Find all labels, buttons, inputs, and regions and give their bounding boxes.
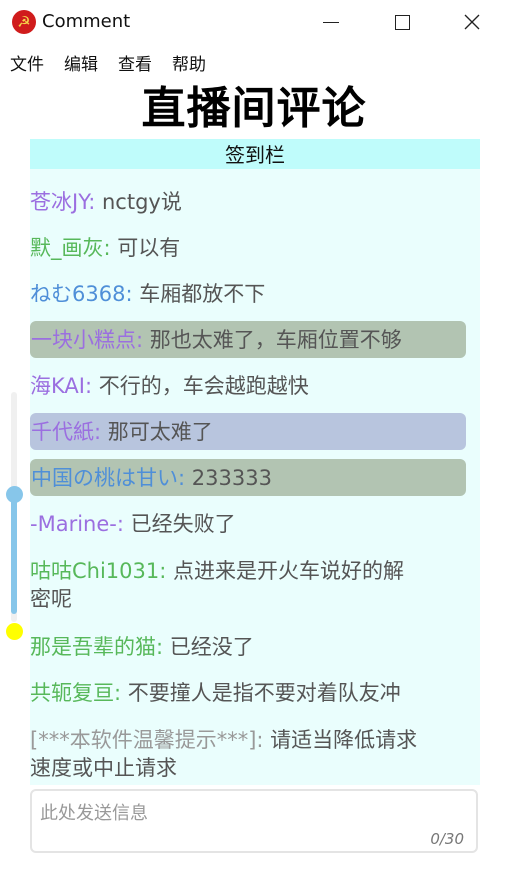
message-input[interactable] [38, 797, 462, 831]
message-separator: : [103, 236, 118, 260]
char-counter: 0/30 [430, 830, 464, 848]
message-text-continued: 速度或中止请求 [30, 756, 177, 780]
message-username: 苍冰JY [30, 190, 89, 214]
chat-message: -Marine-: 已经失败了 [30, 510, 236, 538]
chat-message: 默_画灰: 可以有 [30, 234, 180, 262]
message-username: 中国の桃は甘い [31, 466, 178, 490]
message-username: 千代紙 [31, 420, 94, 444]
menu-edit[interactable]: 编辑 [64, 50, 98, 75]
message-username: 咕咕Chi1031 [30, 559, 160, 583]
hammer-sickle-icon: ☭ [12, 10, 36, 34]
chat-message: 共轭复亘: 不要撞人是指不要对着队友冲 [30, 679, 401, 707]
message-text-continued: 密呢 [30, 587, 72, 611]
message-separator: : [94, 420, 108, 444]
status-indicator [6, 623, 23, 640]
message-text: 不要撞人是指不要对着队友冲 [127, 681, 401, 705]
slider-thumb[interactable] [6, 486, 23, 503]
message-separator: : [125, 282, 140, 306]
chat-message: 海KAI: 不行的，车会越跑越快 [30, 372, 309, 400]
slider-fill [11, 494, 17, 614]
message-separator: : [116, 512, 131, 536]
menu-help[interactable]: 帮助 [172, 50, 206, 75]
message-separator: : [88, 190, 102, 214]
menu-bar: 文件 编辑 查看 帮助 [0, 48, 508, 76]
message-username: 共轭复亘 [30, 681, 114, 705]
chat-message: 苍冰JY: nctgy说 [30, 188, 182, 216]
message-separator: : [159, 559, 174, 583]
chat-message: 那是吾辈的猫: 已经没了 [30, 633, 254, 661]
message-text: 已经没了 [169, 635, 254, 659]
message-username: 那是吾辈的猫 [30, 635, 156, 659]
message-input-box[interactable]: 0/30 [30, 789, 478, 853]
message-text: nctgy说 [102, 190, 182, 214]
minimize-icon [323, 22, 339, 23]
page-title: 直播间评论 [141, 83, 367, 134]
message-text: 不行的，车会越跑越快 [98, 374, 309, 398]
window-title: Comment [42, 11, 131, 32]
message-text: 车厢都放不下 [139, 282, 266, 306]
menu-file[interactable]: 文件 [10, 50, 44, 75]
chat-message: 一块小糕点: 那也太难了，车厢位置不够 [30, 321, 466, 358]
message-username: -Marine- [30, 512, 117, 536]
message-separator: : [178, 466, 192, 490]
message-text: 那也太难了，车厢位置不够 [149, 328, 402, 352]
title-bar: ☭ Comment [0, 0, 508, 44]
chat-message: [***本软件温馨提示***]: 请适当降低请求速度或中止请求 [30, 726, 417, 782]
maximize-icon [395, 15, 410, 30]
message-separator: : [84, 374, 99, 398]
menu-view[interactable]: 查看 [118, 50, 152, 75]
message-text: 那可太难了 [107, 420, 213, 444]
chat-message: 千代紙: 那可太难了 [30, 413, 466, 450]
message-text: 请适当降低请求 [270, 728, 418, 752]
close-icon [464, 14, 480, 30]
chat-message: 中国の桃は甘い: 233333 [30, 459, 466, 496]
chat-message: 咕咕Chi1031: 点进来是开火车说好的解密呢 [30, 557, 404, 613]
message-text: 233333 [191, 466, 272, 490]
message-username: [***本软件温馨提示***] [30, 728, 257, 752]
signin-bar[interactable]: 签到栏 [30, 139, 480, 169]
message-text: 点进来是开火车说好的解 [173, 559, 405, 583]
message-text: 可以有 [117, 236, 181, 260]
message-username: 海KAI [30, 374, 85, 398]
message-text: 已经失败了 [130, 512, 236, 536]
message-separator: : [156, 635, 170, 659]
chat-message: ねむ6368: 车厢都放不下 [30, 280, 265, 308]
message-separator: : [136, 328, 150, 352]
message-separator: : [256, 728, 271, 752]
message-username: ねむ6368 [30, 282, 126, 306]
message-username: 默_画灰 [30, 236, 104, 260]
message-separator: : [114, 681, 128, 705]
message-username: 一块小糕点 [31, 328, 136, 352]
